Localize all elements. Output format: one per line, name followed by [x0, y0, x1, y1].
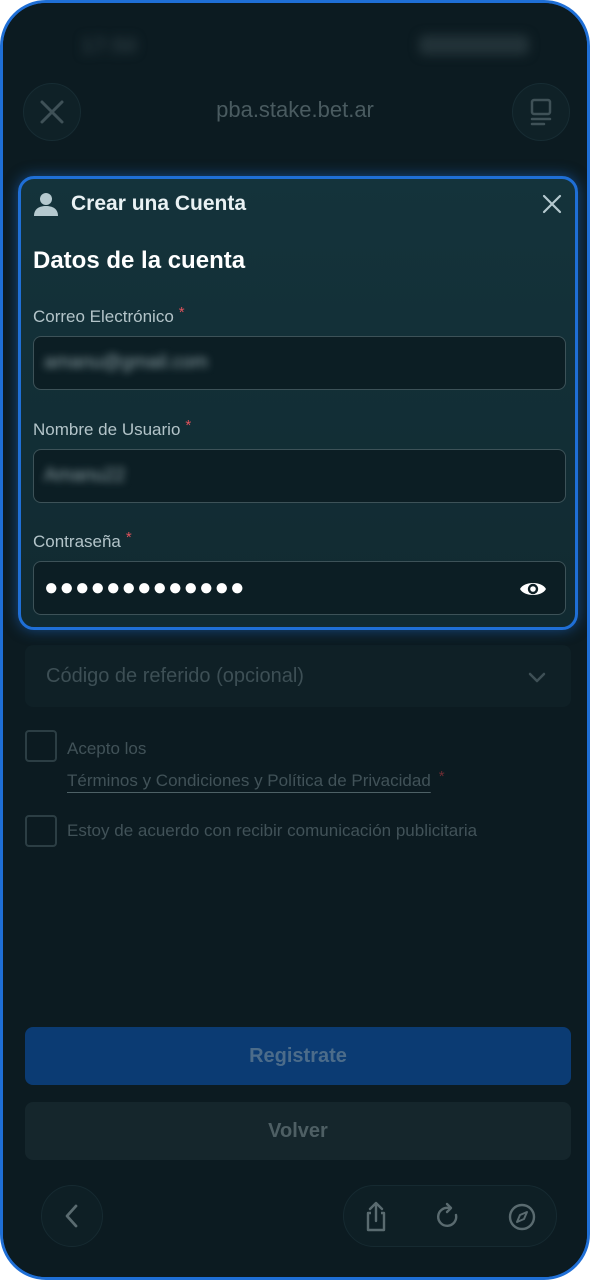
- username-required-mark: *: [185, 417, 192, 434]
- back-button[interactable]: Volver: [25, 1102, 571, 1160]
- browser-toolbar: [343, 1185, 557, 1247]
- browser-tabs-button[interactable]: [512, 83, 570, 141]
- phone-frame: 17:50 pba.stake.bet.ar Código de referid…: [0, 0, 590, 1280]
- register-button[interactable]: Registrate: [25, 1027, 571, 1085]
- terms-line: Términos y Condiciones y Política de Pri…: [67, 768, 445, 791]
- terms-link[interactable]: Términos y Condiciones y Política de Pri…: [67, 771, 431, 790]
- marketing-label: Estoy de acuerdo con recibir comunicació…: [67, 821, 478, 840]
- password-required-mark: *: [125, 529, 132, 546]
- user-icon: [34, 193, 58, 216]
- email-field[interactable]: amanu@gmail.com: [33, 336, 566, 390]
- email-value: amanu@gmail.com: [44, 352, 208, 373]
- share-button[interactable]: [360, 1201, 392, 1233]
- referral-code-placeholder: Código de referido (opcional): [46, 665, 304, 687]
- browser-url[interactable]: pba.stake.bet.ar: [3, 97, 587, 123]
- username-field[interactable]: Amanu22: [33, 449, 566, 503]
- modal-header: Crear una Cuenta: [33, 191, 563, 221]
- username-label: Nombre de Usuario *: [33, 417, 192, 440]
- chevron-down-icon: [528, 672, 546, 683]
- email-label-text: Correo Electrónico: [33, 307, 174, 326]
- terms-required-mark: *: [438, 768, 445, 785]
- eye-icon[interactable]: [519, 577, 547, 601]
- close-icon[interactable]: [541, 193, 563, 215]
- share-icon: [366, 1201, 386, 1232]
- password-label: Contraseña *: [33, 529, 132, 552]
- password-value: ●●●●●●●●●●●●●: [44, 574, 246, 601]
- compass-icon: [508, 1203, 536, 1231]
- status-bar: 17:50: [3, 31, 587, 61]
- terms-checkbox[interactable]: [25, 730, 57, 762]
- status-time: 17:50: [81, 33, 138, 58]
- browser-back-button[interactable]: [41, 1185, 103, 1247]
- email-label: Correo Electrónico *: [33, 304, 185, 327]
- password-label-text: Contraseña: [33, 532, 121, 551]
- referral-code-select[interactable]: Código de referido (opcional): [25, 645, 571, 707]
- password-field[interactable]: ●●●●●●●●●●●●●: [33, 561, 566, 615]
- create-account-modal: Crear una Cuenta Datos de la cuenta Corr…: [18, 176, 578, 630]
- reload-icon: [437, 1202, 458, 1227]
- modal-title: Crear una Cuenta: [71, 192, 247, 215]
- section-title: Datos de la cuenta: [33, 247, 246, 274]
- terms-prefix: Acepto los: [67, 739, 147, 758]
- compass-button[interactable]: [506, 1201, 538, 1233]
- tabs-icon: [530, 98, 552, 126]
- reload-button[interactable]: [432, 1201, 464, 1233]
- username-label-text: Nombre de Usuario: [33, 420, 181, 439]
- chevron-left-icon: [65, 1204, 78, 1228]
- username-value: Amanu22: [44, 465, 126, 486]
- email-required-mark: *: [178, 304, 185, 321]
- status-icons: [419, 35, 529, 55]
- marketing-checkbox[interactable]: [25, 815, 57, 847]
